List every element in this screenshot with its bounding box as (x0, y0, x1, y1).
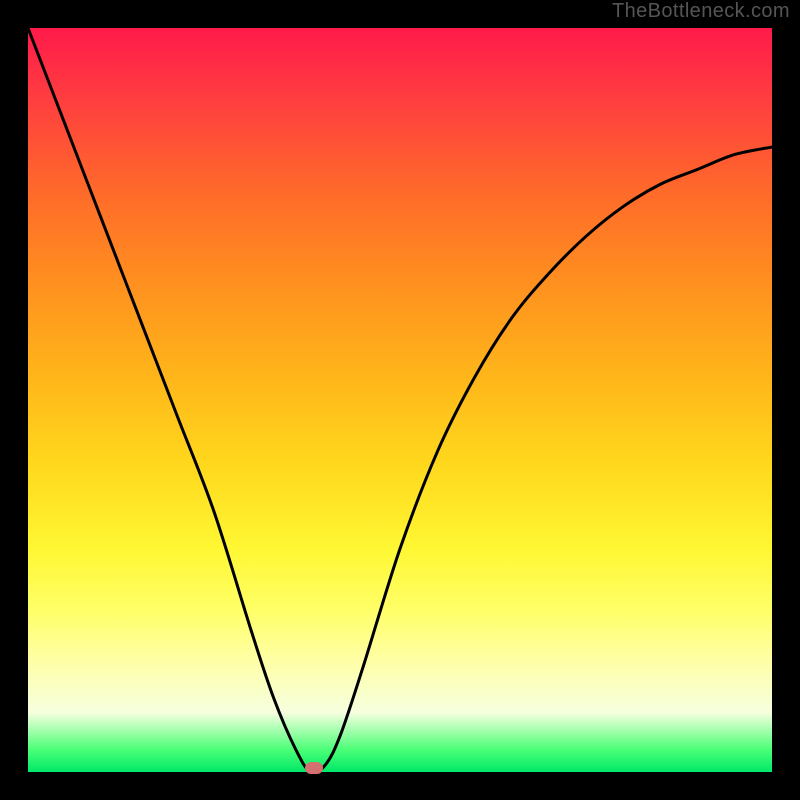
optimum-marker (305, 762, 323, 774)
bottleneck-curve (28, 28, 772, 772)
chart-container: TheBottleneck.com (0, 0, 800, 800)
watermark-label: TheBottleneck.com (612, 0, 790, 23)
curve-path (28, 28, 772, 773)
plot-area (28, 28, 772, 772)
